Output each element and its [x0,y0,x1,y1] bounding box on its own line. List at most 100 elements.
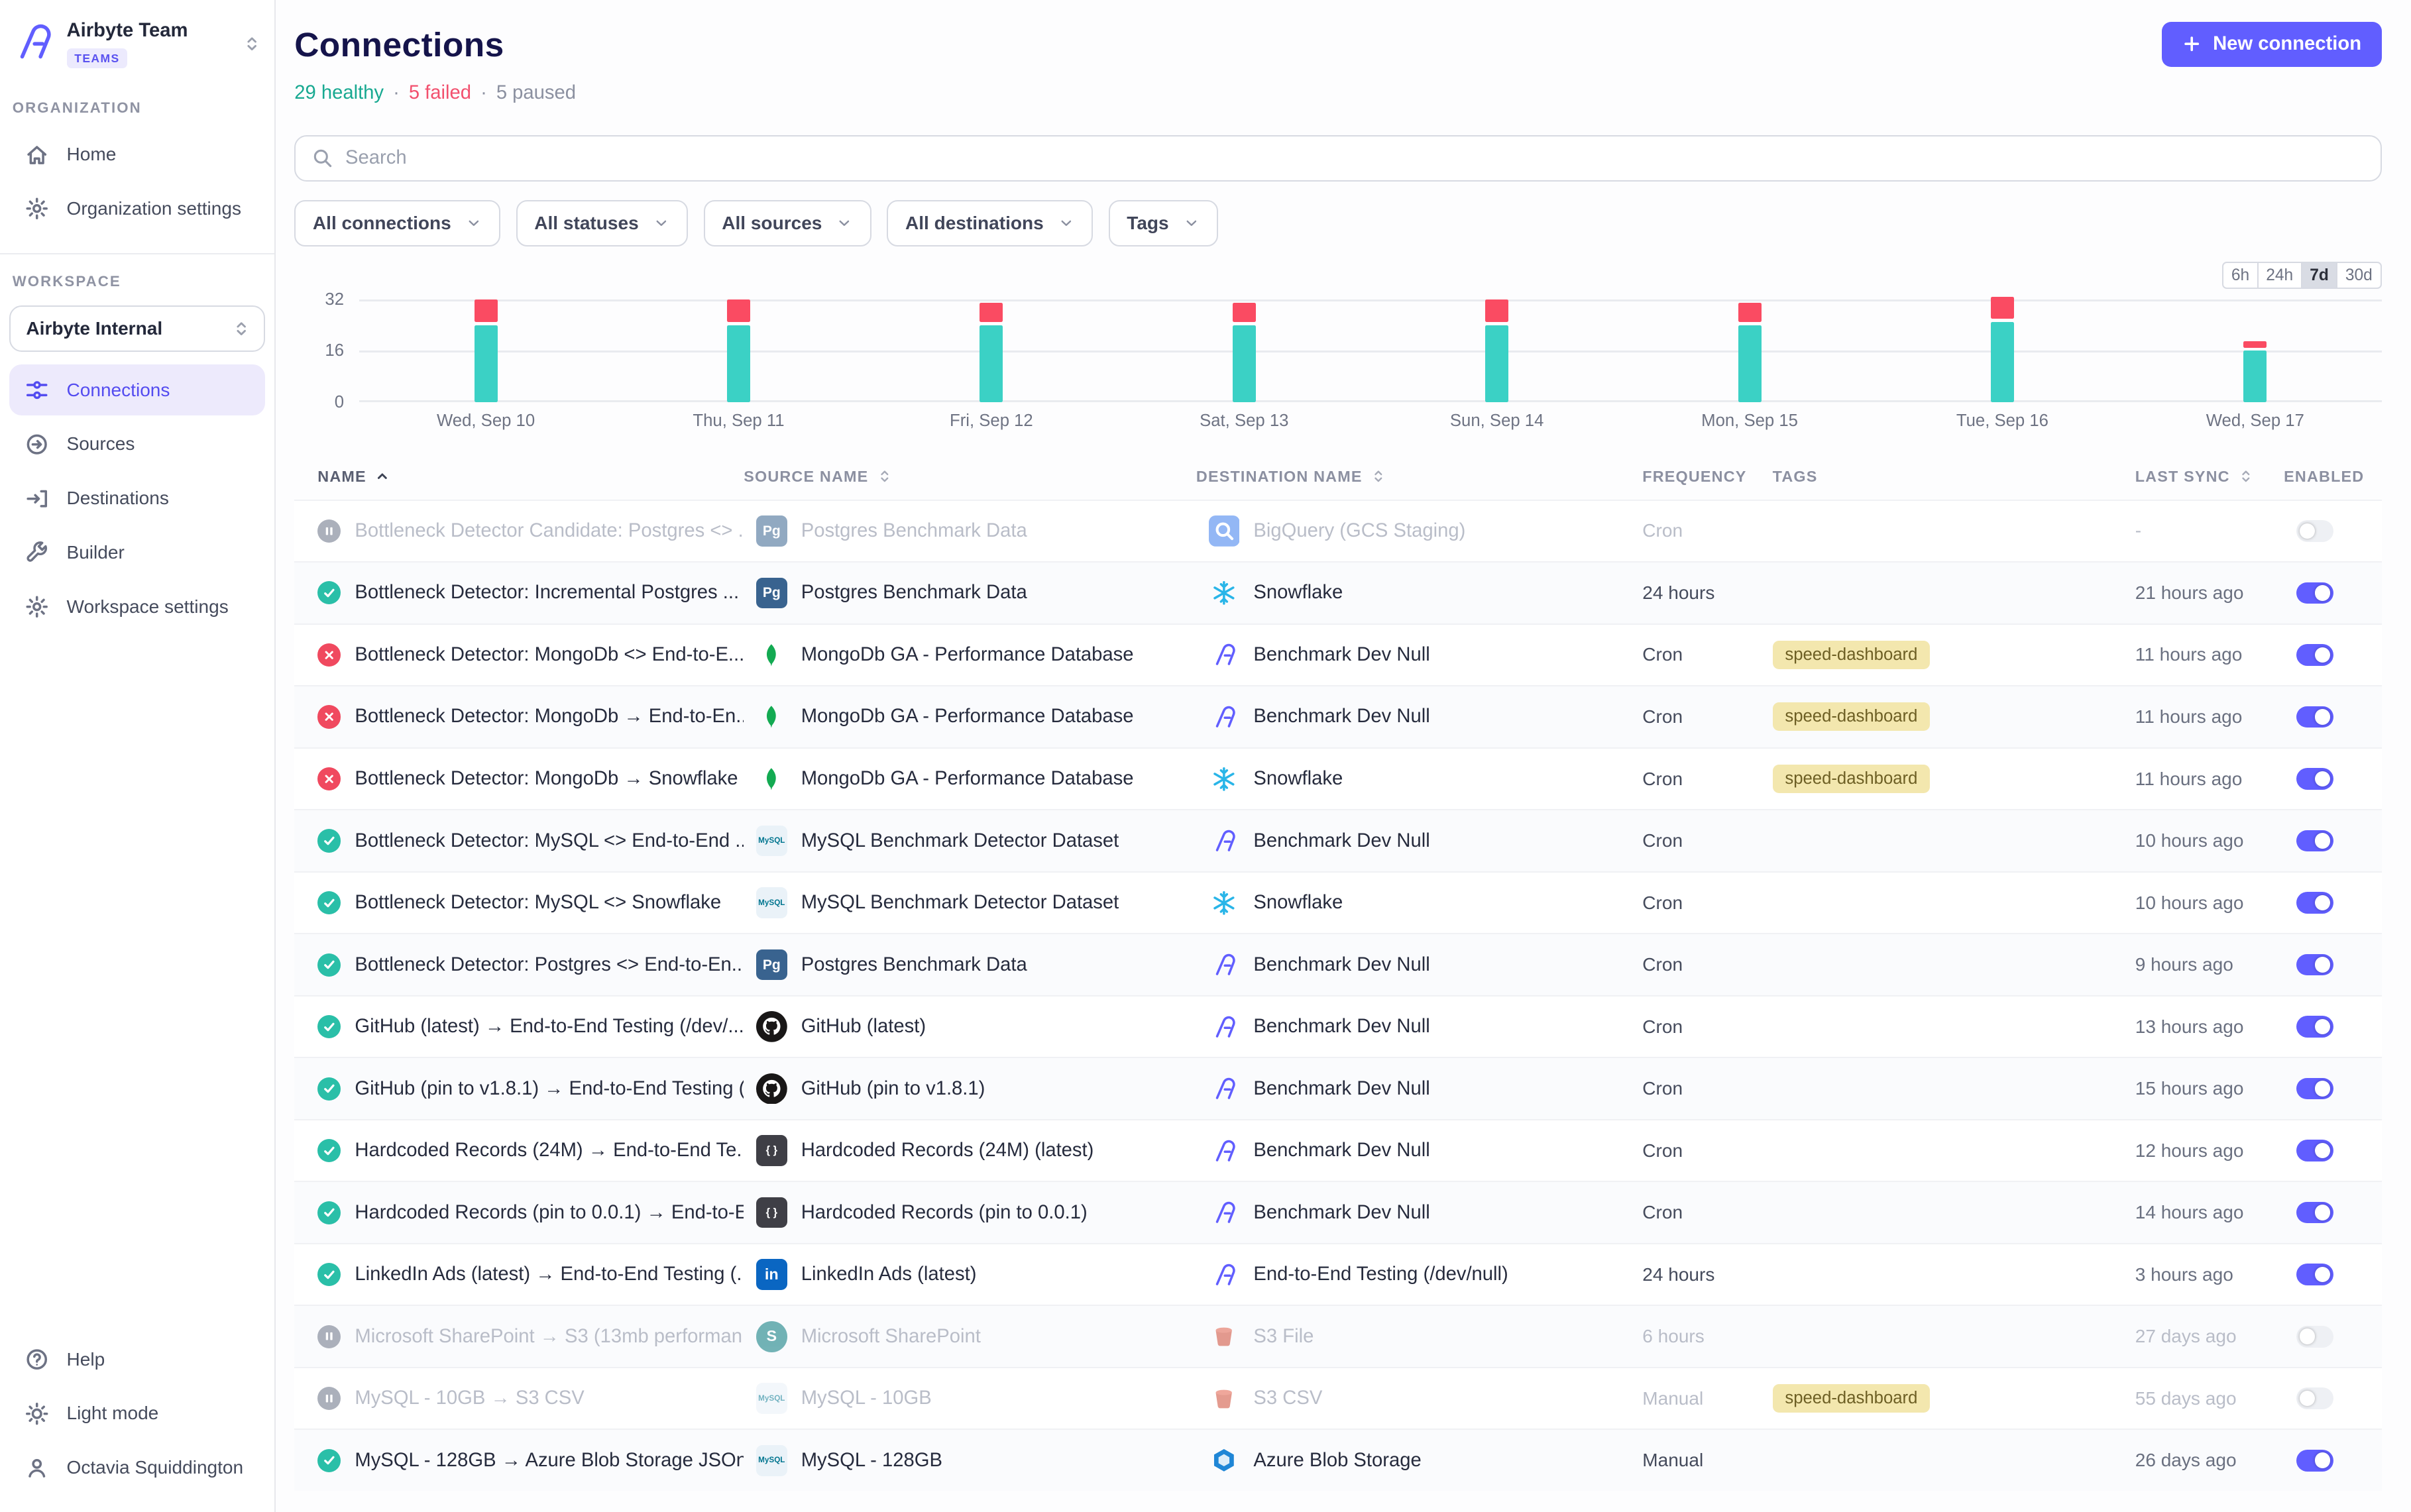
stacked-bar[interactable] [2243,341,2267,402]
time-range-30d[interactable]: 30d [2336,262,2381,289]
enabled-toggle[interactable] [2296,1264,2333,1285]
table-row[interactable]: Bottleneck Detector Candidate: Postgres … [294,500,2381,562]
table-row[interactable]: Bottleneck Detector: MongoDb → Snowflake… [294,747,2381,810]
column-header-destination-name[interactable]: DESTINATION NAME [1196,468,1642,486]
sidebar-item-light-mode[interactable]: Light mode [9,1388,265,1439]
column-header-name[interactable]: NAME [294,468,744,486]
table-row[interactable]: Bottleneck Detector: MongoDb → End-to-En… [294,685,2381,747]
table-row[interactable]: Bottleneck Detector: MySQL <> SnowflakeM… [294,871,2381,934]
time-range-7d[interactable]: 7d [2301,262,2338,289]
column-header-last-sync[interactable]: LAST SYNC [2135,468,2284,486]
enabled-toggle[interactable] [2296,582,2333,604]
stacked-bar[interactable] [475,299,498,402]
column-header-source-name[interactable]: SOURCE NAME [744,468,1196,486]
succeeded-segment [980,325,1003,402]
table-row[interactable]: GitHub (pin to v1.8.1) → End-to-End Test… [294,1057,2381,1119]
chevron-down-icon [1058,215,1075,232]
time-range-6h[interactable]: 6h [2222,262,2259,289]
workspace-selector[interactable]: Airbyte Internal [9,305,265,352]
sidebar-item-sources[interactable]: Sources [9,419,265,470]
destination-name: End-to-End Testing (/dev/null) [1253,1264,1508,1285]
source-cell: { }Hardcoded Records (24M) (latest) [744,1135,1196,1166]
sidebar-item-octavia-squiddington[interactable]: Octavia Squiddington [9,1442,265,1493]
enabled-toggle[interactable] [2296,1326,2333,1348]
sidebar-item-workspace-settings[interactable]: Workspace settings [9,581,265,632]
chart-bar-slot [865,299,1117,402]
org-switcher[interactable]: Airbyte Team TEAMS [0,13,274,81]
chart-x-label: Wed, Sep 17 [2129,411,2381,431]
name-cell: Bottleneck Detector: Incremental Postgre… [294,581,744,604]
filter-all-statuses[interactable]: All statuses [516,200,689,246]
sidebar-item-help[interactable]: Help [9,1334,265,1385]
sidebar-item-builder[interactable]: Builder [9,527,265,578]
table-row[interactable]: Hardcoded Records (24M) → End-to-End Te.… [294,1119,2381,1181]
paused-count: 5 paused [496,82,576,104]
filter-all-connections[interactable]: All connections [294,200,500,246]
enabled-toggle[interactable] [2296,1016,2333,1038]
toggle-knob [2315,1205,2330,1220]
table-row[interactable]: Bottleneck Detector: MySQL <> End-to-End… [294,809,2381,871]
tag-chip: speed-dashboard [1773,765,1930,793]
sun-icon [25,1401,49,1426]
enabled-toggle[interactable] [2296,706,2333,728]
sidebar-item-home[interactable]: Home [9,129,265,180]
time-range-24h[interactable]: 24h [2257,262,2302,289]
enabled-cell [2284,1078,2381,1100]
enabled-toggle[interactable] [2296,954,2333,976]
last-sync-value: - [2135,520,2141,541]
search-input[interactable] [345,147,2365,169]
table-row[interactable]: Bottleneck Detector: MongoDb <> End-to-E… [294,623,2381,686]
new-connection-label: New connection [2213,33,2361,55]
sidebar-item-label: Light mode [67,1403,159,1424]
last-sync-value: 21 hours ago [2135,582,2244,604]
page-header: Connections New connection [294,22,2381,67]
enabled-toggle[interactable] [2296,1078,2333,1100]
filter-all-destinations[interactable]: All destinations [887,200,1093,246]
sidebar-item-organization-settings[interactable]: Organization settings [9,184,265,235]
chevron-updown-icon [242,34,262,54]
stacked-bar[interactable] [980,303,1003,402]
enabled-toggle[interactable] [2296,1202,2333,1224]
chart-x-label: Sat, Sep 13 [1118,411,1371,431]
destination-name: S3 File [1253,1326,1314,1348]
filter-all-sources[interactable]: All sources [704,200,871,246]
status-healthy-icon [317,581,341,604]
table-row[interactable]: MySQL - 10GB → S3 CSVMySQLMySQL - 10GBS3… [294,1367,2381,1429]
chart-grid: 01632 [294,299,2381,402]
enabled-toggle[interactable] [2296,1387,2333,1409]
name-cell: GitHub (latest) → End-to-End Testing (/d… [294,1015,744,1038]
table-row[interactable]: Microsoft SharePoint → S3 (13mb performa… [294,1305,2381,1367]
table-row[interactable]: Bottleneck Detector: Postgres <> End-to-… [294,933,2381,995]
sidebar-item-connections[interactable]: Connections [9,364,265,415]
enabled-cell [2284,892,2381,914]
stacked-bar[interactable] [1233,303,1256,402]
enabled-toggle[interactable] [2296,1140,2333,1161]
enabled-toggle[interactable] [2296,1450,2333,1472]
enabled-toggle[interactable] [2296,830,2333,852]
stacked-bar[interactable] [1485,299,1508,402]
table-row[interactable]: Bottleneck Detector: Incremental Postgre… [294,561,2381,623]
frequency-cell: Cron [1642,769,1772,790]
stacked-bar[interactable] [1991,297,2014,402]
new-connection-button[interactable]: New connection [2162,22,2382,67]
table-row[interactable]: Hardcoded Records (pin to 0.0.1) → End-t… [294,1181,2381,1243]
table-row[interactable]: MySQL - 128GB → Azure Blob Storage JSOn … [294,1429,2381,1491]
sidebar-item-destinations[interactable]: Destinations [9,473,265,524]
airbyte-icon [1209,1011,1240,1042]
filter-tags[interactable]: Tags [1109,200,1219,246]
table-row[interactable]: GitHub (latest) → End-to-End Testing (/d… [294,995,2381,1057]
chart-bar-slot [2129,299,2381,402]
organization-nav: HomeOrganization settings [0,126,274,237]
table-row[interactable]: LinkedIn Ads (latest) → End-to-End Testi… [294,1243,2381,1305]
enabled-toggle[interactable] [2296,520,2333,542]
builder-icon [25,540,49,565]
stacked-bar[interactable] [727,299,750,402]
enabled-toggle[interactable] [2296,644,2333,666]
chart-x-label: Fri, Sep 12 [865,411,1117,431]
stacked-bar[interactable] [1738,303,1762,402]
enabled-toggle[interactable] [2296,768,2333,790]
frequency-cell: Cron [1642,1016,1772,1038]
status-healthy-icon [317,1139,341,1162]
frequency-cell: 6 hours [1642,1326,1772,1347]
enabled-toggle[interactable] [2296,892,2333,914]
